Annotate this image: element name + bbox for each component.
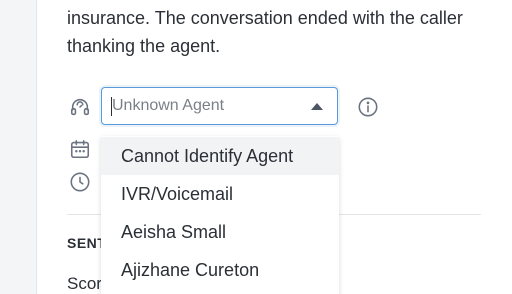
call-detail-panel: insurance. The conversation ended with t… bbox=[0, 0, 512, 294]
agent-dropdown-list: Cannot Identify Agent IVR/Voicemail Aeis… bbox=[101, 136, 339, 294]
headset-icon bbox=[69, 96, 91, 118]
agent-option-aeisha-small[interactable]: Aeisha Small bbox=[101, 213, 339, 251]
summary-line-1: insurance. The conversation ended with t… bbox=[67, 8, 463, 28]
chevron-up-icon[interactable] bbox=[311, 103, 323, 110]
score-label: Score bbox=[67, 274, 101, 293]
left-rail bbox=[0, 0, 37, 294]
agent-option-cannot-identify[interactable]: Cannot Identify Agent bbox=[101, 137, 339, 175]
agent-select[interactable]: Unknown Agent bbox=[101, 87, 338, 125]
calendar-icon bbox=[69, 138, 91, 160]
agent-option-ajizhane-cureton[interactable]: Ajizhane Cureton bbox=[101, 251, 339, 289]
call-summary-text: insurance. The conversation ended with t… bbox=[67, 4, 497, 60]
agent-select-value[interactable]: Unknown Agent bbox=[112, 97, 224, 115]
summary-line-2: thanking the agent. bbox=[67, 36, 221, 56]
agent-option-ivr-voicemail[interactable]: IVR/Voicemail bbox=[101, 175, 339, 213]
sentiment-heading: SENTIMENT bbox=[67, 235, 101, 251]
clock-icon bbox=[69, 171, 91, 193]
info-icon[interactable] bbox=[357, 96, 379, 118]
